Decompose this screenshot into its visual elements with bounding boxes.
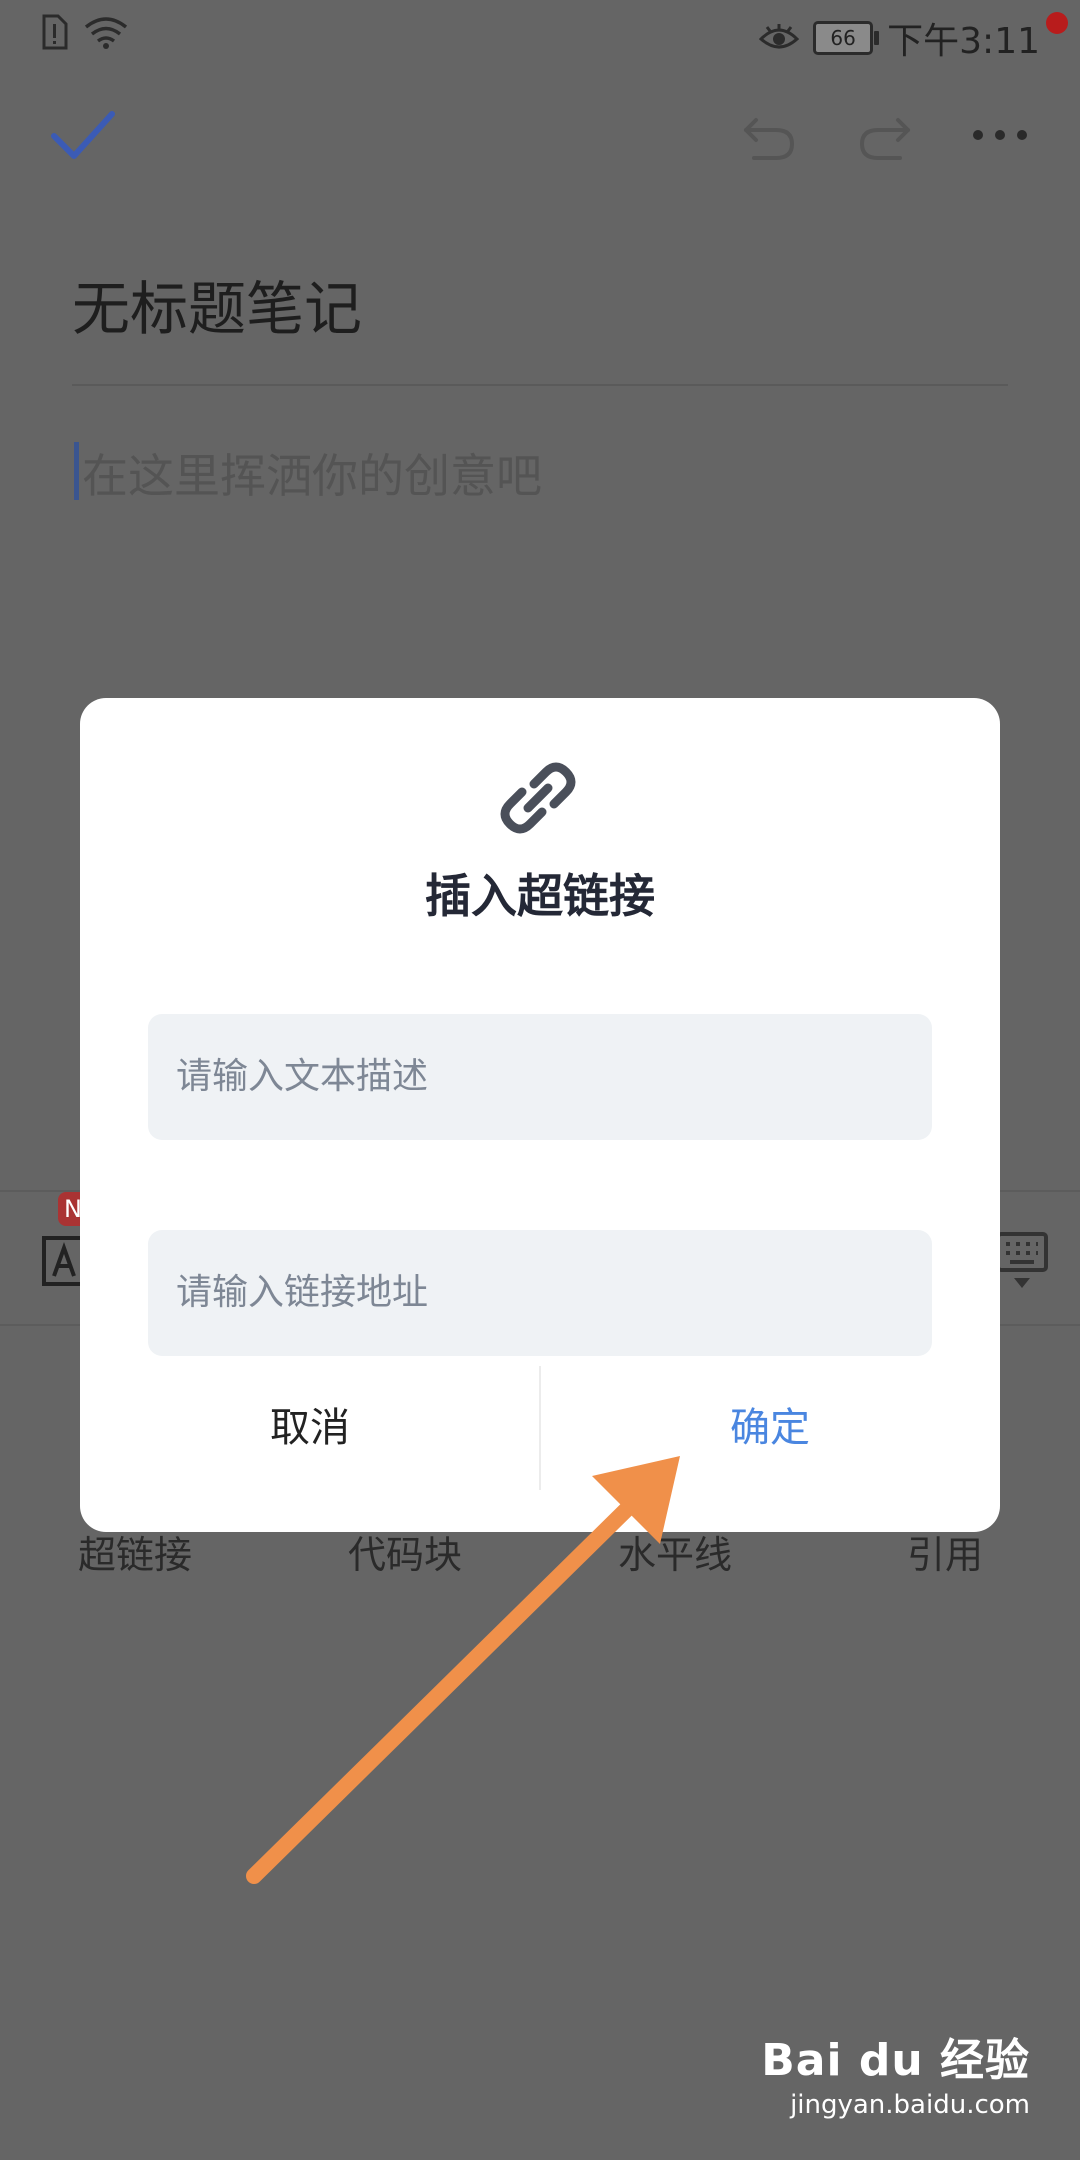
insert-hyperlink-dialog: 插入超链接 请输入文本描述 请输入链接地址 取消 确定 [80, 698, 1000, 1532]
url-input[interactable]: 请输入链接地址 [148, 1230, 932, 1356]
note-title[interactable]: 无标题笔记 [72, 262, 362, 346]
note-content-placeholder[interactable]: 在这里挥洒你的创意吧 [82, 440, 542, 506]
undo-icon[interactable] [740, 106, 798, 164]
wifi-icon [84, 17, 128, 49]
notification-dot [1046, 12, 1068, 34]
text-cursor [74, 442, 79, 500]
check-icon[interactable] [48, 100, 118, 170]
annotation-arrow-icon [246, 1456, 680, 1884]
more-icon[interactable] [968, 106, 1032, 164]
description-input[interactable]: 请输入文本描述 [148, 1014, 932, 1140]
insert-hyperlink[interactable]: 超链接 [0, 1524, 270, 1579]
watermark-url: jingyan.baidu.com [790, 2090, 1030, 2120]
eye-comfort-icon [759, 24, 800, 49]
dialog-title: 插入超链接 [425, 869, 655, 923]
battery-icon: 66 [813, 21, 880, 55]
clock: 下午3:11 [887, 21, 1040, 62]
insert-quote[interactable]: 引用 [810, 1524, 1080, 1579]
sim-alert-icon [42, 14, 68, 50]
watermark-logo: Bai du 经验 [761, 2035, 1030, 2086]
status-bar: 66 下午3:11 [0, 0, 1080, 72]
status-left [40, 14, 128, 50]
baidu-watermark: Bai du 经验 jingyan.baidu.com [761, 2024, 1030, 2120]
redo-icon[interactable] [856, 106, 914, 164]
status-right: 66 下午3:11 [759, 12, 1040, 64]
title-divider [72, 384, 1008, 386]
keyboard-icon[interactable] [996, 1232, 1048, 1292]
link-icon [500, 762, 576, 834]
editor-toolbar [0, 80, 1080, 190]
